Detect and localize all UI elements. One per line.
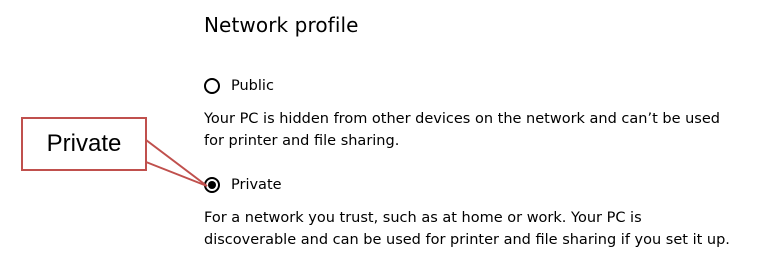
public-radio-option[interactable]: Public [204, 75, 274, 97]
private-radio-option[interactable]: Private [204, 174, 282, 196]
public-radio-label[interactable]: Public [231, 77, 274, 95]
public-description: Your PC is hidden from other devices on … [204, 108, 760, 152]
private-description-line: For a network you trust, such as at home… [204, 210, 642, 226]
annotation-callout: Private [21, 117, 147, 171]
section-heading: Network profile [204, 13, 359, 37]
radio-selected-dot [208, 181, 216, 189]
public-description-line: Your PC is hidden from other devices on … [204, 111, 720, 127]
private-description: For a network you trust, such as at home… [204, 207, 760, 251]
private-description-line: discoverable and can be used for printer… [204, 232, 730, 248]
public-description-line: for printer and file sharing. [204, 133, 400, 149]
callout-pointer-arrow [145, 137, 208, 187]
callout-text: Private [46, 130, 122, 157]
public-radio-button[interactable] [204, 78, 220, 94]
private-radio-button[interactable] [204, 177, 220, 193]
private-radio-label[interactable]: Private [231, 176, 282, 194]
